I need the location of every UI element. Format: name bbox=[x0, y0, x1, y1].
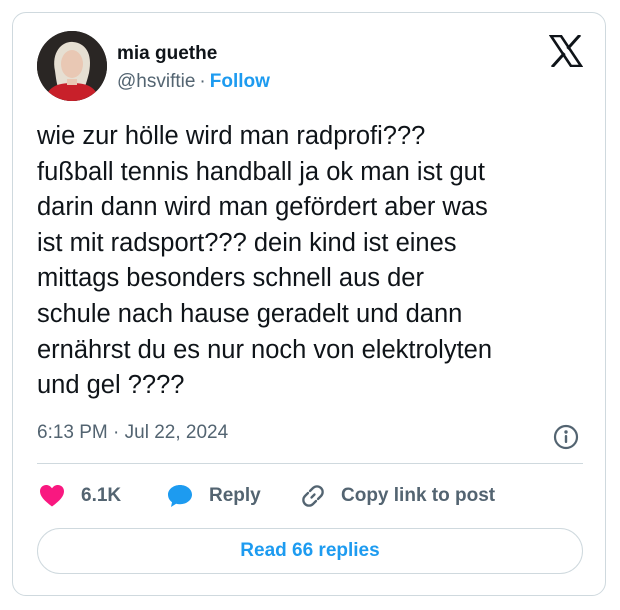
tweet-card: mia guethe @hsviftie · Follow wie zur höll… bbox=[12, 12, 606, 596]
separator-dot: · bbox=[199, 71, 206, 92]
reply-button[interactable]: Reply bbox=[167, 481, 261, 511]
x-logo-icon[interactable] bbox=[548, 33, 584, 69]
reply-bubble-icon bbox=[168, 485, 192, 507]
tweet-text: wie zur hölle wird man radprofi??? fußba… bbox=[37, 122, 493, 400]
read-replies-label: Read 66 replies bbox=[240, 540, 380, 561]
reply-label: Reply bbox=[209, 485, 261, 506]
tweet-timestamp[interactable]: 6:13 PM · Jul 22, 2024 bbox=[37, 422, 228, 444]
link-icon bbox=[302, 485, 324, 507]
like-count: 6.1K bbox=[81, 485, 122, 506]
avatar[interactable] bbox=[37, 31, 107, 101]
heart-icon bbox=[40, 485, 64, 507]
info-icon[interactable] bbox=[553, 424, 579, 450]
read-replies-button[interactable]: Read 66 replies bbox=[37, 528, 583, 574]
copy-link-button[interactable]: Copy link to post bbox=[299, 481, 495, 511]
tweet-time: 6:13 PM bbox=[37, 422, 108, 443]
author-name[interactable]: mia guethe bbox=[117, 43, 217, 65]
timestamp-separator: · bbox=[113, 422, 120, 443]
author-handle[interactable]: @hsviftie bbox=[117, 71, 195, 92]
like-button[interactable]: 6.1K bbox=[39, 481, 121, 511]
avatar-photo bbox=[37, 31, 107, 101]
copy-link-label: Copy link to post bbox=[341, 485, 496, 506]
tweet-date: Jul 22, 2024 bbox=[124, 422, 229, 443]
author-handle-row: @hsviftie · Follow bbox=[117, 71, 270, 93]
follow-button[interactable]: Follow bbox=[210, 71, 270, 92]
divider bbox=[37, 463, 583, 464]
